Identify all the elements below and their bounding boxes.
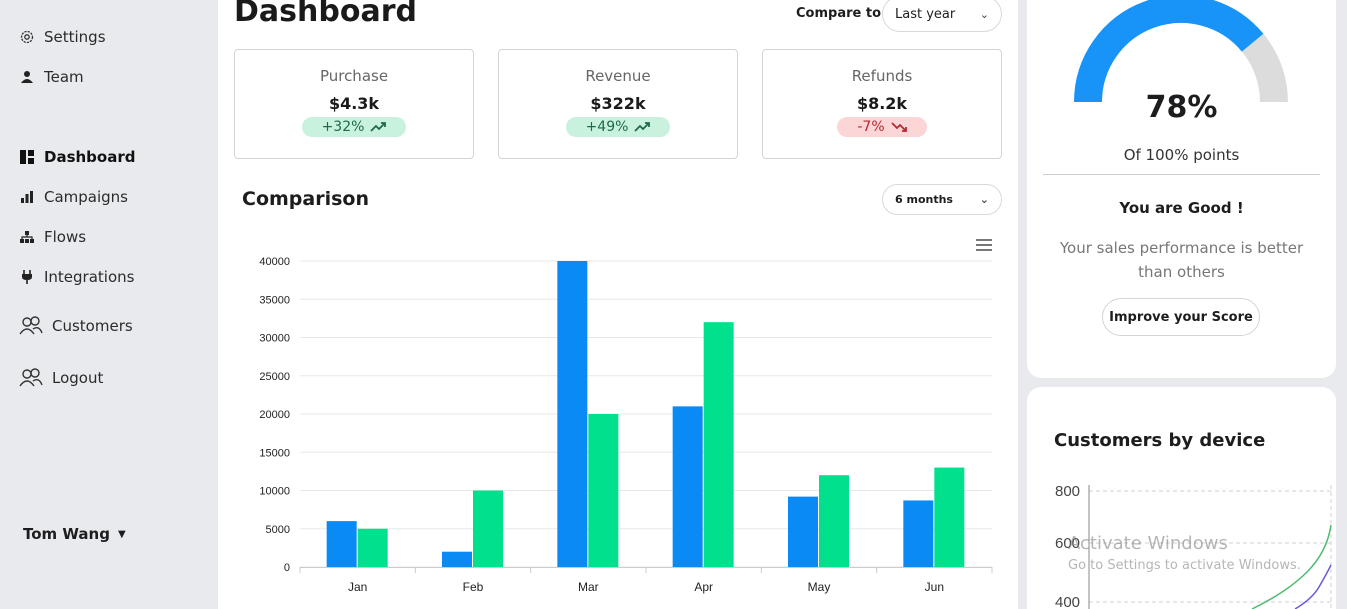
y-tick-label: 15000 (259, 447, 290, 459)
users-icon (18, 368, 44, 388)
score-card: 78% Of 100% points You are Good ! Your s… (1027, 0, 1336, 378)
sidebar-item-logout[interactable]: Logout (18, 368, 103, 388)
y-tick-label: 20000 (259, 409, 290, 421)
change-value: +49% (585, 119, 629, 135)
x-tick-label: May (808, 580, 831, 594)
bar (473, 490, 503, 567)
y-tick-label: 35000 (259, 294, 290, 306)
improve-score-button[interactable]: Improve your Score (1102, 298, 1260, 336)
stat-label: Revenue (585, 67, 651, 85)
period-select[interactable]: 6 months ⌄ (882, 184, 1002, 215)
sidebar-item-label: Logout (52, 369, 104, 387)
user-menu[interactable]: Tom Wang ▼ (23, 525, 126, 543)
x-tick-label: Jun (925, 580, 944, 594)
sidebar-item-label: Customers (52, 317, 133, 335)
sidebar: Settings Team Dashboard Campaigns Flows … (0, 0, 218, 609)
score-message: Your sales performance is better than ot… (1059, 239, 1304, 281)
bar (934, 467, 965, 567)
trend-up-icon (634, 122, 651, 132)
dashboard-icon (18, 149, 36, 165)
windows-watermark-title: Activate Windows (1068, 533, 1228, 554)
sidebar-item-team[interactable]: Team (18, 68, 84, 86)
users-icon (18, 316, 44, 336)
chevron-down-icon: ⌄ (979, 7, 989, 21)
x-tick-label: Feb (463, 580, 484, 594)
score-percent: 78% (1145, 90, 1218, 125)
gear-icon (18, 29, 36, 45)
stat-value: $4.3k (328, 94, 380, 113)
caret-down-icon: ▼ (117, 528, 126, 540)
plug-icon (18, 269, 36, 285)
sidebar-item-label: Settings (44, 28, 106, 46)
sidebar-item-integrations[interactable]: Integrations (18, 268, 134, 286)
y-tick-label: 40000 (259, 256, 290, 268)
stat-card-purchase: Purchase $4.3k +32% (234, 49, 474, 159)
y-tick-label: 10000 (259, 486, 290, 498)
bar (788, 496, 818, 567)
sidebar-item-label: Campaigns (44, 188, 129, 206)
devices-card: Customers by device 800 600 400 (1027, 387, 1336, 609)
chevron-down-icon: ⌄ (979, 193, 989, 206)
bar (357, 528, 388, 567)
change-badge: +32% (301, 117, 407, 137)
compare-value: Last year (895, 6, 956, 22)
change-value: +32% (321, 119, 365, 135)
y-tick-label: 400 (1055, 594, 1080, 609)
x-tick-label: Mar (578, 580, 599, 594)
y-tick-label: 0 (284, 562, 290, 574)
x-tick-label: Apr (694, 580, 713, 594)
sidebar-item-dashboard[interactable]: Dashboard (18, 148, 135, 166)
sidebar-item-label: Flows (44, 228, 87, 246)
page-title: Dashboard (234, 0, 417, 29)
user-name: Tom Wang (23, 525, 110, 543)
bar-chart-icon (18, 190, 36, 204)
stat-label: Purchase (319, 67, 389, 85)
trend-up-icon (370, 122, 387, 132)
windows-watermark-subtitle: Go to Settings to activate Windows. (1068, 558, 1301, 573)
sidebar-item-customers[interactable]: Customers (18, 316, 133, 336)
stat-card-refunds: Refunds $8.2k -7% (762, 49, 1002, 159)
divider (1043, 174, 1320, 175)
stat-label: Refunds (851, 67, 913, 85)
trend-down-icon (890, 122, 907, 132)
sidebar-item-settings[interactable]: Settings (18, 28, 106, 46)
change-badge: -7% (837, 117, 927, 137)
compare-label: Compare to (796, 6, 881, 21)
bar (672, 406, 703, 567)
bar (819, 475, 849, 567)
change-badge: +49% (565, 117, 671, 137)
sidebar-item-label: Dashboard (44, 148, 136, 166)
stat-value: $8.2k (856, 94, 908, 113)
flow-icon (18, 230, 36, 244)
compare-select[interactable]: Last year ⌄ (882, 0, 1002, 32)
y-tick-label: 30000 (259, 333, 290, 345)
person-icon (18, 70, 36, 84)
bar (442, 551, 472, 567)
sidebar-item-campaigns[interactable]: Campaigns (18, 188, 128, 206)
sidebar-item-label: Team (44, 68, 84, 86)
main-content: Dashboard Compare to Last year ⌄ Purchas… (218, 0, 1018, 609)
sidebar-item-label: Integrations (44, 268, 135, 286)
score-heading: You are Good ! (1119, 199, 1244, 217)
score-subtitle: Of 100% points (1123, 146, 1240, 164)
bar (588, 414, 619, 567)
y-tick-label: 25000 (259, 371, 290, 383)
comparison-title: Comparison (242, 188, 369, 210)
bar (557, 261, 588, 567)
stat-value: $322k (590, 94, 646, 113)
comparison-chart: 0 5000 10000 15000 20000 25000 30000 35000 40000… (259, 256, 993, 594)
stat-card-revenue: Revenue $322k +49% (498, 49, 738, 159)
bar (703, 322, 734, 567)
change-value: -7% (857, 119, 885, 135)
sidebar-item-flows[interactable]: Flows (18, 228, 86, 246)
bar (326, 521, 357, 567)
y-tick-label: 5000 (266, 524, 290, 536)
x-tick-label: Jan (348, 580, 367, 594)
y-tick-label: 800 (1055, 483, 1080, 500)
devices-chart: 800600400 (1055, 483, 1332, 609)
period-value: 6 months (895, 193, 953, 206)
gauge-fill (1074, 0, 1264, 103)
bar (903, 500, 934, 567)
